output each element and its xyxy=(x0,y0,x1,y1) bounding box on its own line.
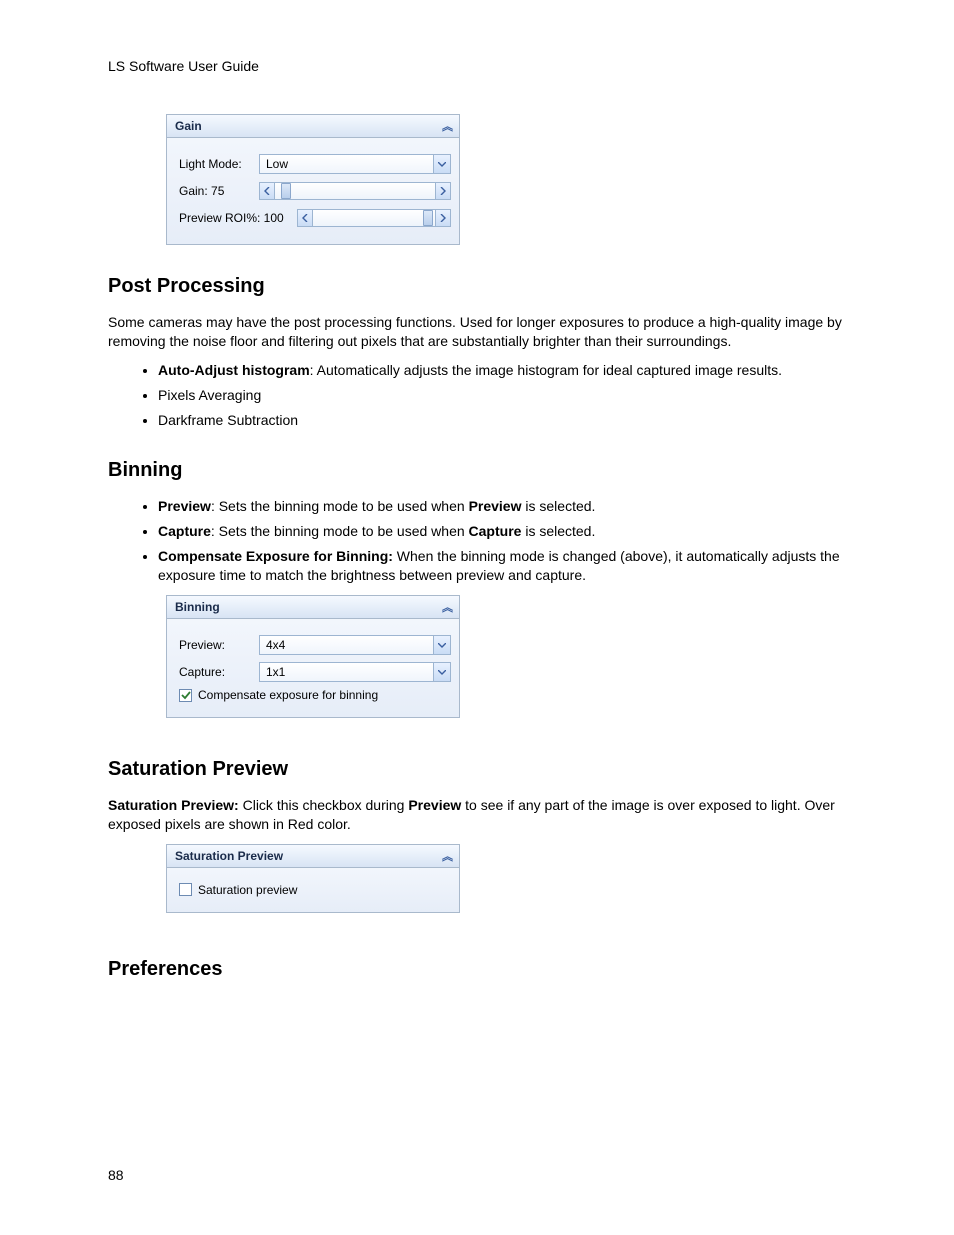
chevron-down-icon[interactable] xyxy=(433,636,450,654)
text: : Sets the binning mode to be used when xyxy=(211,523,469,539)
light-mode-value: Low xyxy=(266,157,288,171)
collapse-icon[interactable]: ︽ xyxy=(442,848,451,864)
compensate-checkbox[interactable] xyxy=(179,689,192,702)
binning-capture-dropdown[interactable]: 1x1 xyxy=(259,662,451,682)
bold-term: Auto-Adjust histogram xyxy=(158,362,310,378)
text: Click this checkbox during xyxy=(239,797,409,813)
arrow-left-icon[interactable] xyxy=(297,209,313,227)
list-item: Preview: Sets the binning mode to be use… xyxy=(158,497,846,516)
text: : Automatically adjusts the image histog… xyxy=(310,362,782,378)
gain-label: Gain: 75 xyxy=(179,184,259,198)
binning-panel-body: Preview: 4x4 Capture: 1x1 xyxy=(167,619,459,717)
saturation-panel-body: Saturation preview xyxy=(167,868,459,912)
collapse-icon[interactable]: ︽ xyxy=(442,118,451,134)
binning-panel-title: Binning xyxy=(175,600,220,614)
chevron-down-icon[interactable] xyxy=(433,663,450,681)
compensate-checkbox-label: Compensate exposure for binning xyxy=(198,688,378,702)
saturation-heading: Saturation Preview xyxy=(108,758,846,781)
list-item: Darkframe Subtraction xyxy=(158,411,846,430)
text: : Sets the binning mode to be used when xyxy=(211,498,469,514)
saturation-panel-title: Saturation Preview xyxy=(175,849,283,863)
gain-slider-thumb[interactable] xyxy=(281,183,291,199)
saturation-checkbox[interactable] xyxy=(179,883,192,896)
binning-preview-value: 4x4 xyxy=(266,638,285,652)
saturation-paragraph: Saturation Preview: Click this checkbox … xyxy=(108,796,846,834)
preview-roi-label: Preview ROI%: 100 xyxy=(179,211,297,225)
binning-capture-value: 1x1 xyxy=(266,665,285,679)
page-number: 88 xyxy=(108,1167,124,1183)
list-item: Compensate Exposure for Binning: When th… xyxy=(158,547,846,585)
bold-term: Preview xyxy=(408,797,461,813)
preferences-heading: Preferences xyxy=(108,958,846,981)
arrow-right-icon[interactable] xyxy=(435,209,451,227)
preview-roi-thumb[interactable] xyxy=(423,210,433,226)
document-header: LS Software User Guide xyxy=(108,58,846,74)
gain-panel-title: Gain xyxy=(175,119,202,133)
saturation-checkbox-label: Saturation preview xyxy=(198,883,297,897)
text: is selected. xyxy=(521,523,595,539)
list-item: Capture: Sets the binning mode to be use… xyxy=(158,522,846,541)
text: is selected. xyxy=(522,498,596,514)
gain-panel-header[interactable]: Gain ︽ xyxy=(167,115,459,138)
binning-list: Preview: Sets the binning mode to be use… xyxy=(138,497,846,585)
gain-panel-body: Light Mode: Low Gain: 75 xyxy=(167,138,459,244)
binning-heading: Binning xyxy=(108,459,846,482)
post-processing-heading: Post Processing xyxy=(108,275,846,298)
saturation-panel: Saturation Preview ︽ Saturation preview xyxy=(166,844,460,913)
bold-term: Preview xyxy=(469,498,522,514)
light-mode-label: Light Mode: xyxy=(179,157,259,171)
bold-term: Saturation Preview: xyxy=(108,797,239,813)
bold-term: Capture xyxy=(469,523,522,539)
post-processing-intro: Some cameras may have the post processin… xyxy=(108,313,846,351)
bold-term: Preview xyxy=(158,498,211,514)
collapse-icon[interactable]: ︽ xyxy=(442,599,451,615)
binning-panel: Binning ︽ Preview: 4x4 Capture: 1x1 xyxy=(166,595,460,718)
gain-slider-track[interactable] xyxy=(275,182,435,200)
bold-term: Capture xyxy=(158,523,211,539)
preview-roi-track[interactable] xyxy=(313,209,435,227)
binning-capture-label: Capture: xyxy=(179,665,259,679)
gain-panel: Gain ︽ Light Mode: Low Gain: 75 xyxy=(166,114,460,245)
saturation-panel-header[interactable]: Saturation Preview ︽ xyxy=(167,845,459,868)
bold-term: Compensate Exposure for Binning: xyxy=(158,548,393,564)
list-item: Auto-Adjust histogram: Automatically adj… xyxy=(158,361,846,380)
binning-preview-dropdown[interactable]: 4x4 xyxy=(259,635,451,655)
arrow-right-icon[interactable] xyxy=(435,182,451,200)
binning-panel-header[interactable]: Binning ︽ xyxy=(167,596,459,619)
post-processing-list: Auto-Adjust histogram: Automatically adj… xyxy=(138,361,846,430)
preview-roi-slider[interactable] xyxy=(297,209,451,227)
binning-preview-label: Preview: xyxy=(179,638,259,652)
chevron-down-icon[interactable] xyxy=(433,155,450,173)
arrow-left-icon[interactable] xyxy=(259,182,275,200)
light-mode-dropdown[interactable]: Low xyxy=(259,154,451,174)
list-item: Pixels Averaging xyxy=(158,386,846,405)
gain-slider[interactable] xyxy=(259,182,451,200)
